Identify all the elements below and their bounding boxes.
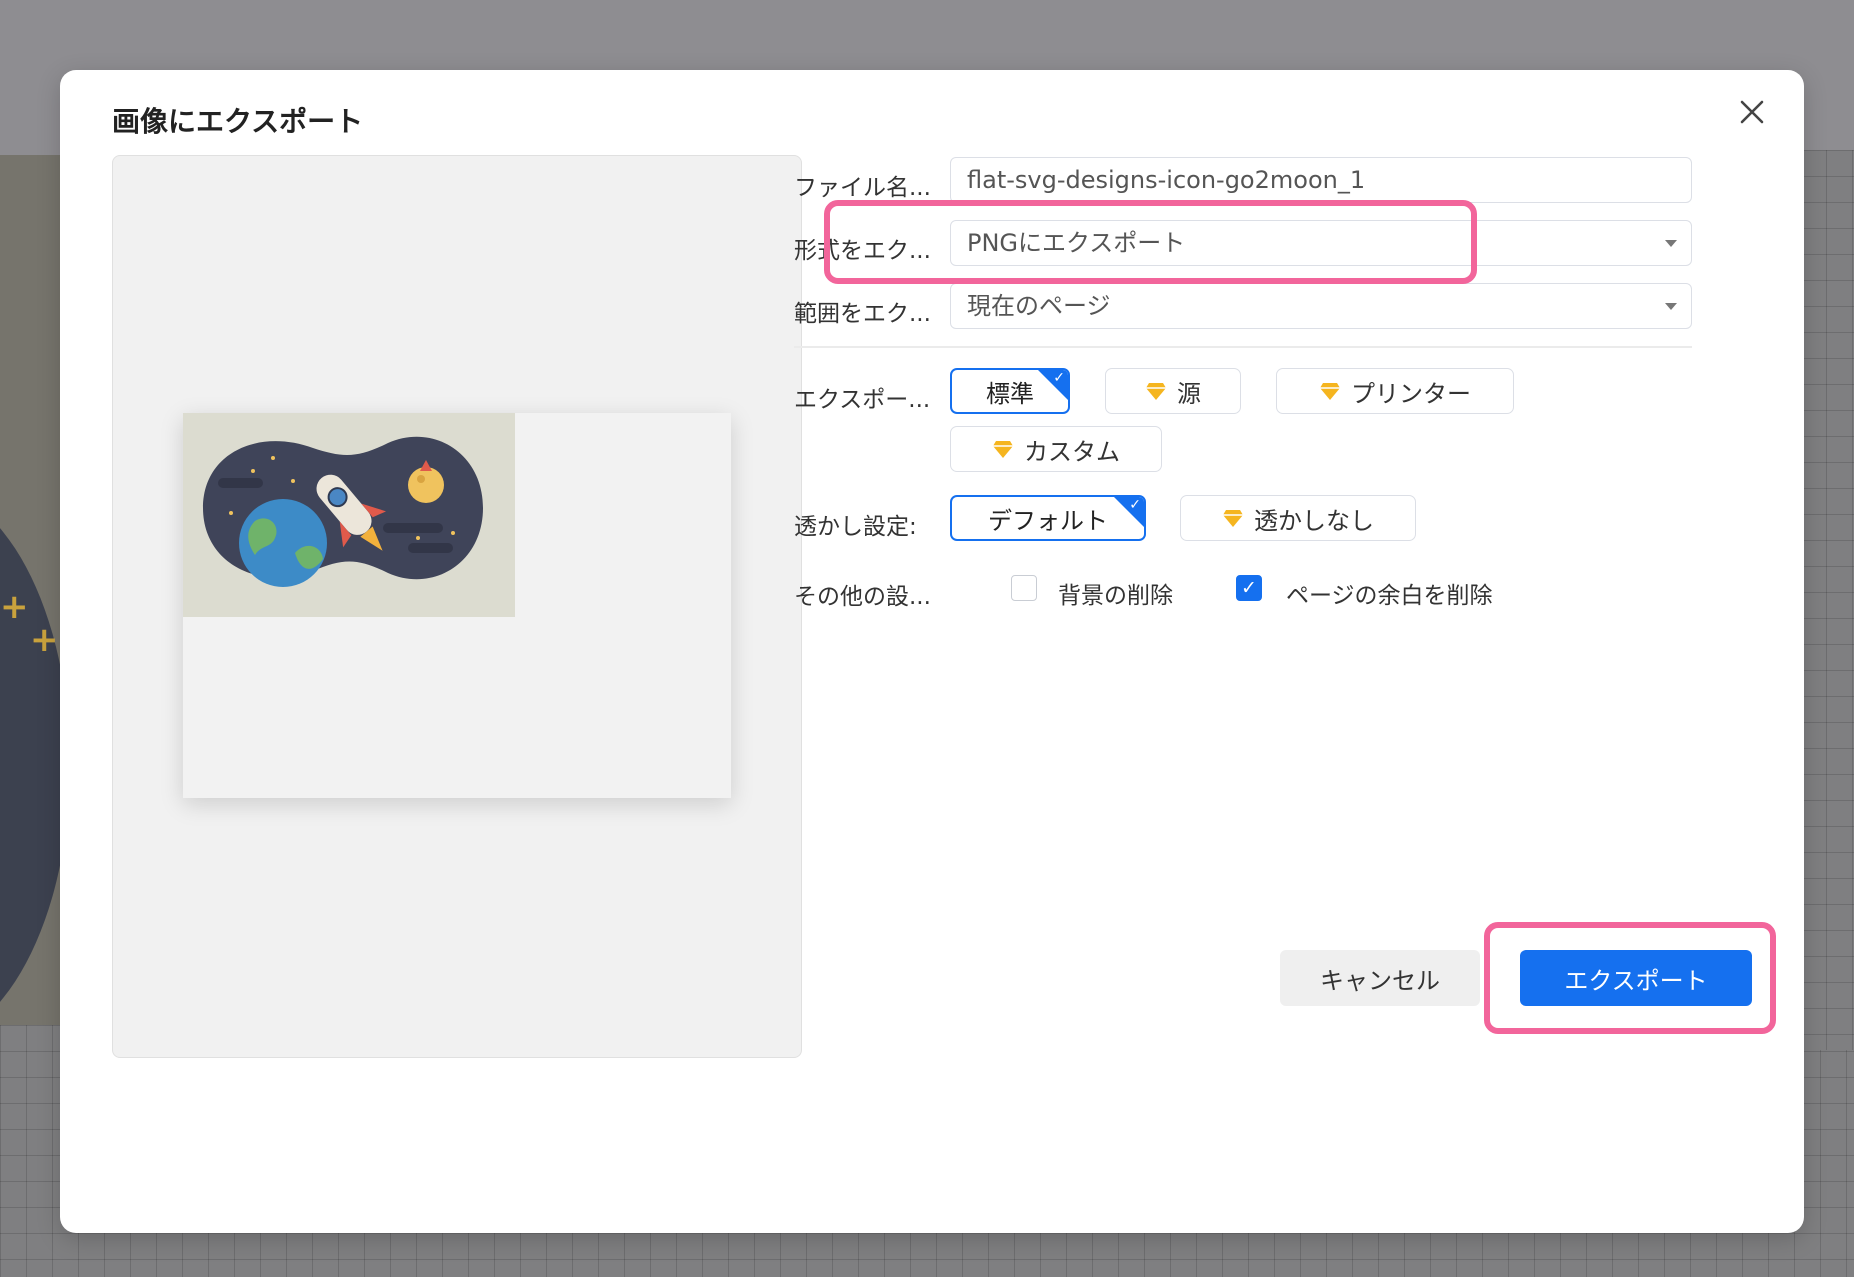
preview-page — [183, 413, 731, 798]
export-button[interactable]: エクスポート — [1520, 950, 1752, 1006]
watermark-label: 透かし設定: — [794, 514, 917, 540]
remove-margin-checkbox[interactable]: ✓ — [1236, 575, 1262, 601]
premium-gem-icon — [1223, 510, 1243, 527]
remove-background-label: 背景の削除 — [1058, 583, 1173, 609]
premium-gem-icon — [1146, 383, 1166, 400]
chevron-down-icon — [1665, 303, 1677, 310]
range-select-value: 現在のページ — [967, 292, 1111, 320]
other-settings-label: その他の設... — [794, 584, 931, 610]
range-label: 範囲をエク... — [794, 301, 931, 327]
filename-input[interactable]: flat-svg-designs-icon-go2moon_1 — [950, 157, 1692, 203]
filename-label: ファイル名... — [794, 175, 931, 201]
check-icon: ✓ — [1129, 497, 1141, 513]
watermark-option-none-label: 透かしなし — [1254, 506, 1374, 535]
quality-option-printer[interactable]: プリンター — [1276, 368, 1514, 414]
quality-option-standard[interactable]: 標準 ✓ — [950, 368, 1070, 414]
quality-option-standard-label: 標準 — [986, 379, 1034, 408]
artwork-star-icon: + — [30, 620, 59, 660]
quality-option-custom-label: カスタム — [1024, 437, 1120, 466]
range-select[interactable]: 現在のページ — [950, 283, 1692, 329]
export-quality-label: エクスポー... — [794, 387, 931, 413]
artwork-star-icon: + — [0, 587, 29, 627]
format-label: 形式をエク... — [794, 238, 931, 264]
format-select[interactable]: PNGにエクスポート — [950, 220, 1692, 266]
format-select-value: PNGにエクスポート — [967, 229, 1186, 257]
chevron-down-icon — [1665, 240, 1677, 247]
artwork-planet-shape — [0, 485, 62, 1025]
quality-option-printer-label: プリンター — [1351, 379, 1471, 408]
premium-gem-icon — [993, 441, 1013, 458]
quality-option-source-label: 源 — [1177, 379, 1201, 408]
remove-margin-label: ページの余白を削除 — [1286, 583, 1493, 609]
quality-option-custom[interactable]: カスタム — [950, 426, 1162, 472]
premium-gem-icon — [1320, 383, 1340, 400]
close-icon[interactable] — [1732, 92, 1772, 132]
remove-background-checkbox[interactable] — [1011, 575, 1037, 601]
quality-option-source[interactable]: 源 — [1105, 368, 1241, 414]
check-icon: ✓ — [1053, 370, 1065, 386]
export-image-dialog: 画像にエクスポート ファイル名... flat-svg-designs-icon… — [60, 70, 1804, 1233]
watermark-option-default-label: デフォルト — [988, 506, 1108, 535]
preview-thumbnail-image — [183, 413, 515, 617]
dialog-title: 画像にエクスポート — [112, 105, 364, 138]
cancel-button[interactable]: キャンセル — [1280, 950, 1480, 1006]
watermark-option-default[interactable]: デフォルト ✓ — [950, 495, 1146, 541]
section-divider — [794, 346, 1692, 348]
watermark-option-none[interactable]: 透かしなし — [1180, 495, 1416, 541]
canvas-grid-background-right — [1800, 150, 1854, 1050]
export-preview-panel — [112, 155, 802, 1058]
canvas-artwork-behind: + + — [0, 155, 62, 1025]
